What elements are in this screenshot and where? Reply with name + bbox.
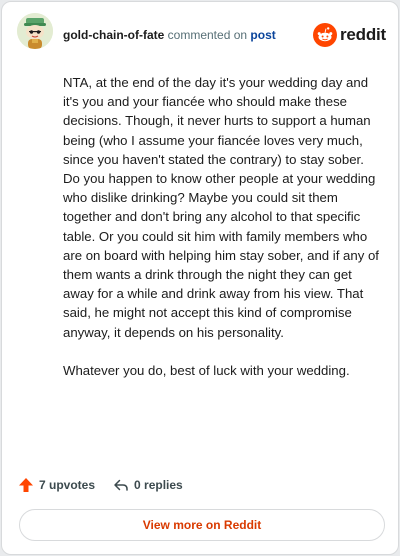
commented-on-text: commented on (167, 28, 248, 42)
reply-arrow-icon (114, 479, 128, 491)
upvote-button[interactable]: 7 upvotes (18, 477, 95, 493)
upvote-arrow-icon (19, 478, 33, 492)
replies-button[interactable]: 0 replies (113, 477, 183, 493)
reddit-logo[interactable]: reddit (313, 22, 386, 48)
comment-body: NTA, at the end of the day it's your wed… (63, 73, 381, 399)
comment-embed-card: gold-chain-of-fate commented on post red… (1, 1, 399, 555)
comment-header: gold-chain-of-fate commented on post red… (2, 2, 398, 66)
upvote-count: 7 upvotes (39, 478, 96, 492)
user-avatar[interactable] (17, 13, 53, 49)
username-link[interactable]: gold-chain-of-fate (63, 28, 164, 42)
comment-meta: gold-chain-of-fate commented on post (63, 28, 276, 42)
reply-count: 0 replies (134, 478, 183, 492)
comment-paragraph: Whatever you do, best of luck with your … (63, 362, 350, 378)
snoo-avatar-icon (17, 13, 53, 49)
post-link[interactable]: post (250, 28, 275, 42)
view-more-label: View more on Reddit (142, 518, 262, 532)
comment-paragraph: NTA, at the end of the day it's your wed… (63, 75, 379, 340)
reddit-snoo-icon (313, 23, 337, 47)
comment-actions: 7 upvotes 0 replies (18, 475, 183, 495)
reddit-wordmark: reddit (340, 25, 387, 44)
view-more-button[interactable]: View more on Reddit (19, 509, 385, 541)
